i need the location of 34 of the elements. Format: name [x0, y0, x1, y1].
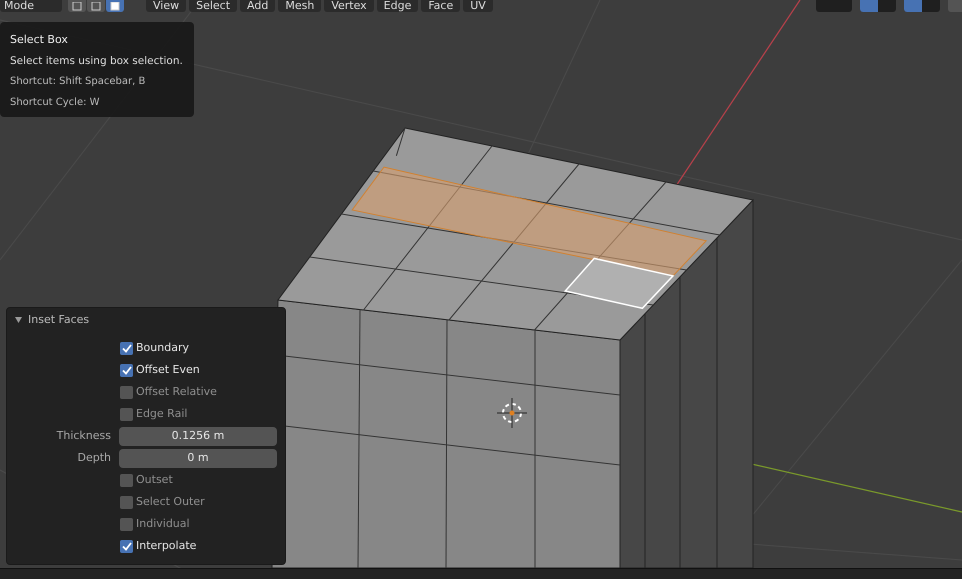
menu-button[interactable]: UV [463, 0, 493, 12]
menu-button[interactable]: Vertex [324, 0, 374, 12]
menu-button[interactable]: Edge [376, 0, 418, 12]
number-field[interactable]: 0.1256 m [119, 426, 277, 446]
checkbox[interactable]: Individual [120, 516, 190, 532]
tooltip-shortcut: Shortcut Cycle: W [10, 96, 101, 110]
tooltip-shortcut: Shortcut: Shift Spacebar, B [10, 75, 146, 89]
vertex-select-button[interactable] [68, 0, 86, 12]
collapse-icon[interactable] [15, 317, 22, 323]
checkmark-icon [122, 366, 132, 374]
tooltip-description: Select items using box selection. [10, 54, 183, 68]
checkmark-icon [122, 542, 132, 550]
checkbox[interactable]: Interpolate [120, 538, 196, 554]
menu-button[interactable]: Face [421, 0, 460, 12]
tooltip-title: Select Box [10, 33, 69, 47]
mode-dropdown[interactable]: Mode [0, 0, 62, 12]
menu-button[interactable]: Mesh [278, 0, 322, 12]
number-field[interactable]: 0 m [119, 448, 277, 468]
checkbox[interactable]: Offset Relative [120, 384, 217, 400]
cursor-icon [496, 398, 528, 428]
edge-select-button[interactable] [87, 0, 105, 12]
field-label: Thickness [56, 428, 111, 444]
panel-title: Inset Faces [28, 312, 90, 328]
checkbox[interactable]: Offset Even [120, 362, 200, 378]
face-select-button[interactable] [106, 0, 124, 12]
checkbox[interactable]: Select Outer [120, 494, 205, 510]
menu-button[interactable]: Add [240, 0, 276, 12]
checkbox[interactable]: Boundary [120, 340, 189, 356]
checkbox[interactable]: Edge Rail [120, 406, 188, 422]
field-label: Depth [76, 450, 111, 466]
menu-button[interactable]: View [146, 0, 186, 12]
checkbox[interactable]: Outset [120, 472, 173, 488]
checkmark-icon [122, 344, 132, 352]
menu-button[interactable]: Select [189, 0, 238, 12]
